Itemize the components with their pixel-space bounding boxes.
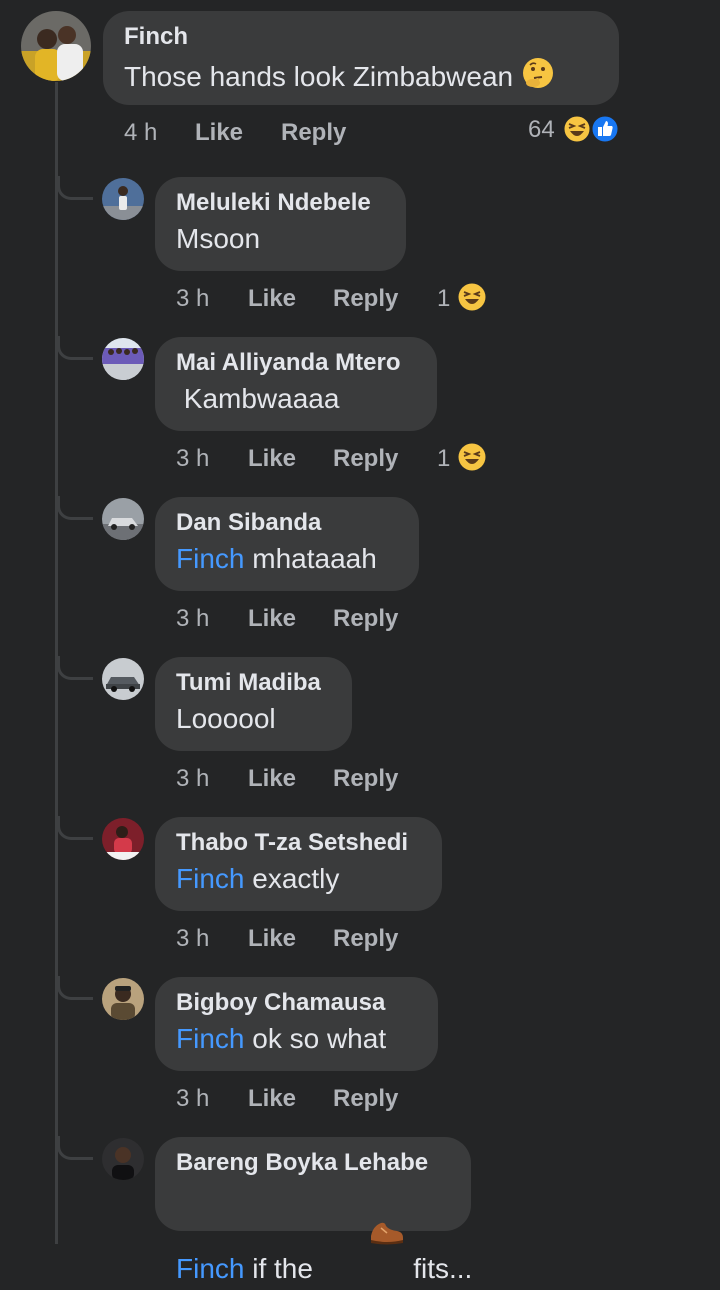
haha-icon[interactable]	[562, 114, 592, 144]
comment-timestamp[interactable]: 3 h	[176, 762, 209, 796]
comment-bubble: Bigboy Chamausa Finch ok so what	[155, 977, 438, 1071]
like-button[interactable]: Like	[248, 282, 296, 316]
comment-bubble: Meluleki Ndebele Msoon	[155, 177, 406, 271]
like-button[interactable]: Like	[248, 922, 296, 956]
comment-actions: 3 h Like Reply	[176, 602, 416, 636]
reply-button[interactable]: Reply	[333, 762, 398, 796]
reaction-count[interactable]: 64	[528, 113, 555, 147]
like-button[interactable]: Like	[248, 762, 296, 796]
reply-button[interactable]: Reply	[333, 1082, 398, 1116]
comment-actions: 3 h Like Reply	[176, 442, 416, 476]
comment-text: Loooool	[176, 703, 276, 734]
reply-button[interactable]: Reply	[333, 442, 398, 476]
haha-icon[interactable]	[457, 282, 487, 312]
reply-connector	[57, 176, 93, 200]
reply-connector	[57, 656, 93, 680]
comment-text-body: mhataaah	[244, 543, 377, 574]
avatar[interactable]	[102, 818, 144, 860]
comment-timestamp[interactable]: 3 h	[176, 922, 209, 956]
comment-text-body: exactly	[244, 863, 340, 894]
reply-connector	[57, 336, 93, 360]
comment-bubble: Dan Sibanda Finch mhataaah	[155, 497, 419, 591]
comment-author[interactable]: Meluleki Ndebele	[176, 189, 386, 217]
comment-timestamp[interactable]: 3 h	[176, 1082, 209, 1116]
haha-icon[interactable]	[457, 442, 487, 472]
comment-bubble: Mai Alliyanda Mtero Kambwaaaa	[155, 337, 437, 431]
reply-button[interactable]: Reply	[333, 602, 398, 636]
comment-text: Msoon	[176, 223, 261, 254]
comment-author[interactable]: Mai Alliyanda Mtero	[176, 349, 417, 377]
reply-connector	[57, 816, 93, 840]
comment-author[interactable]: Finch	[124, 23, 599, 51]
comment-text: Finch ok so what	[176, 1022, 418, 1056]
comment-timestamp[interactable]: 3 h	[176, 442, 209, 476]
comment-actions: 3 h Like Reply	[176, 762, 416, 796]
comment-text: Finch if the fits...	[176, 1182, 472, 1290]
comment-actions: 3 h Like Reply	[176, 282, 416, 316]
comment-text: Those hands look Zimbabwean	[124, 56, 599, 98]
comment-timestamp[interactable]: 3 h	[176, 602, 209, 636]
reply-connector	[57, 496, 93, 520]
avatar[interactable]	[102, 1138, 144, 1180]
reply-connector	[57, 1136, 93, 1160]
comment-bubble: Finch Those hands look Zimbabwean	[103, 11, 619, 105]
comment-actions: 3 h Like Reply	[176, 1082, 416, 1116]
avatar[interactable]	[102, 178, 144, 220]
reply-button[interactable]: Reply	[281, 116, 346, 150]
comment-timestamp[interactable]: 3 h	[176, 282, 209, 316]
like-button[interactable]: Like	[248, 442, 296, 476]
comment-text-body: ok so what	[244, 1023, 387, 1054]
comment-actions: 4 h Like Reply	[124, 116, 364, 150]
comment-timestamp[interactable]: 4 h	[124, 116, 157, 150]
comment-text: Kambwaaaa	[176, 383, 340, 414]
like-button[interactable]: Like	[248, 602, 296, 636]
avatar[interactable]	[102, 978, 144, 1020]
mention-link[interactable]: Finch	[176, 543, 244, 574]
comment-author[interactable]: Tumi Madiba	[176, 669, 332, 697]
comment-text-body: Those hands look Zimbabwean	[124, 61, 514, 92]
avatar[interactable]	[102, 338, 144, 380]
reaction-count[interactable]: 1	[437, 282, 450, 316]
reaction-count[interactable]: 1	[437, 442, 450, 476]
reply-button[interactable]: Reply	[333, 922, 398, 956]
comment-bubble: Thabo T-za Setshedi Finch exactly	[155, 817, 442, 911]
comment-author[interactable]: Dan Sibanda	[176, 509, 399, 537]
comment-author[interactable]: Thabo T-za Setshedi	[176, 829, 422, 857]
comment-bubble: Bareng Boyka Lehabe Finch if the fits...	[155, 1137, 472, 1284]
avatar[interactable]	[102, 498, 144, 540]
shoe-icon	[321, 1182, 406, 1290]
comment-text: Finch exactly	[176, 862, 422, 896]
reply-button[interactable]: Reply	[333, 282, 398, 316]
like-button[interactable]: Like	[248, 1082, 296, 1116]
comment-text: Finch mhataaah	[176, 542, 399, 576]
like-icon[interactable]	[590, 114, 620, 144]
avatar[interactable]	[102, 658, 144, 700]
thinking-face-icon	[521, 56, 555, 98]
reply-connector	[57, 976, 93, 1000]
comment-actions: 3 h Like Reply	[176, 922, 416, 956]
mention-link[interactable]: Finch	[176, 1253, 244, 1284]
comment-text-body: if the	[244, 1253, 321, 1284]
comment-bubble: Tumi Madiba Loooool	[155, 657, 352, 751]
comment-author[interactable]: Bareng Boyka Lehabe	[176, 1149, 451, 1177]
comment-author[interactable]: Bigboy Chamausa	[176, 989, 418, 1017]
comment-text-end: fits...	[405, 1253, 473, 1284]
mention-link[interactable]: Finch	[176, 863, 244, 894]
like-button[interactable]: Like	[195, 116, 243, 150]
avatar[interactable]	[21, 11, 91, 81]
mention-link[interactable]: Finch	[176, 1023, 244, 1054]
